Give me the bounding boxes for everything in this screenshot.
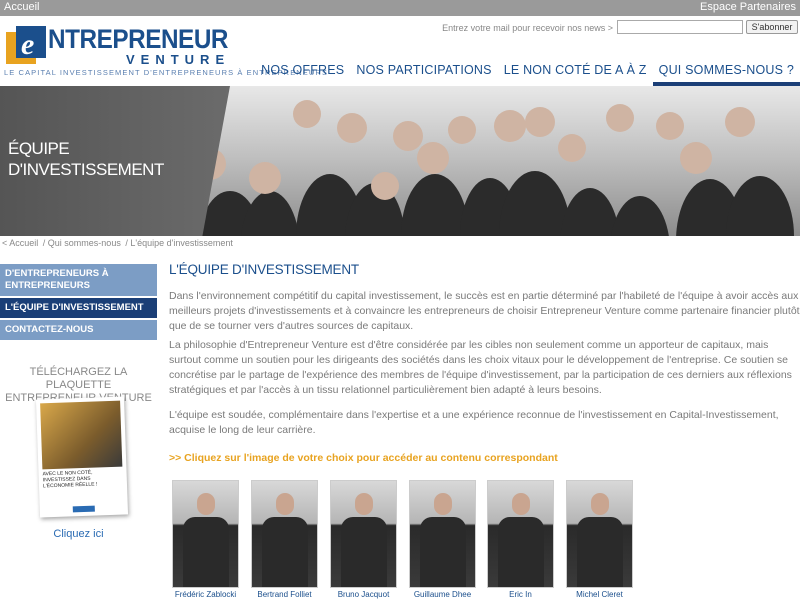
member-photo[interactable] bbox=[409, 480, 476, 588]
member-photo[interactable] bbox=[487, 480, 554, 588]
nav-le-non-cote[interactable]: LE NON COTÉ DE A À Z bbox=[498, 62, 653, 86]
member-photo[interactable] bbox=[251, 480, 318, 588]
logo-word-entrepreneur: NTREPRENEUR bbox=[48, 24, 229, 54]
site-logo[interactable]: e NTREPRENEUR VENTURE LE CAPITAL INVESTI… bbox=[4, 24, 327, 80]
team-member[interactable]: Michel Cleret bbox=[566, 480, 633, 599]
member-name[interactable]: Bruno Jacquot bbox=[330, 590, 397, 599]
member-name[interactable]: Guillaume Dhee bbox=[409, 590, 476, 599]
nav-qui-sommes-nous[interactable]: QUI SOMMES-NOUS ? bbox=[652, 62, 800, 86]
svg-text:e: e bbox=[21, 28, 34, 61]
member-photo[interactable] bbox=[330, 480, 397, 588]
brochure-cover-text: AVEC LE NON COTÉ, INVESTISSEZ DANS L'ÉCO… bbox=[42, 469, 98, 490]
team-member[interactable]: Guillaume Dhee bbox=[409, 480, 476, 599]
sidebar-item-entrepreneurs[interactable]: D'ENTREPRENEURS À ENTREPRENEURS bbox=[0, 264, 157, 296]
team-gallery: Frédéric Zablocki Bertrand Folliet Bruno… bbox=[172, 480, 800, 600]
breadcrumb-home[interactable]: < Accueil bbox=[2, 238, 38, 248]
newsletter-label: Entrez votre mail pour recevoir nos news… bbox=[442, 23, 613, 33]
nav-nos-participations[interactable]: NOS PARTICIPATIONS bbox=[350, 62, 497, 86]
team-member[interactable]: Bertrand Folliet bbox=[251, 480, 318, 599]
team-paragraph: L'équipe est soudée, complémentaire dans… bbox=[169, 409, 779, 436]
logo-word-venture: VENTURE bbox=[126, 52, 231, 67]
philosophy-paragraph: La philosophie d'Entrepreneur Venture es… bbox=[169, 339, 792, 396]
brochure-download-link[interactable]: Cliquez ici bbox=[0, 528, 157, 540]
breadcrumb: < Accueil / Qui sommes-nous / L'équipe d… bbox=[2, 238, 235, 248]
breadcrumb-current: / L'équipe d'investissement bbox=[125, 238, 233, 248]
subscribe-button[interactable]: S'abonner bbox=[746, 20, 798, 34]
breadcrumb-qui-sommes-nous[interactable]: / Qui sommes-nous bbox=[43, 238, 121, 248]
newsletter-email-input[interactable] bbox=[617, 20, 743, 34]
call-to-action: >> Cliquez sur l'image de votre choix po… bbox=[169, 452, 558, 464]
top-bar: Accueil Espace Partenaires bbox=[0, 0, 800, 16]
member-name[interactable]: Eric In bbox=[487, 590, 554, 599]
member-name[interactable]: Michel Cleret bbox=[566, 590, 633, 599]
brochure-download: TÉLÉCHARGEZ LA PLAQUETTE ENTREPRENEUR VE… bbox=[0, 366, 157, 540]
sidebar-nav: D'ENTREPRENEURS À ENTREPRENEURS L'ÉQUIPE… bbox=[0, 264, 157, 342]
sidebar-item-contact[interactable]: CONTACTEZ-NOUS bbox=[0, 320, 157, 340]
main-content: L'ÉQUIPE D'INVESTISSEMENT Dans l'environ… bbox=[169, 262, 800, 464]
page-title: L'ÉQUIPE D'INVESTISSEMENT bbox=[169, 262, 359, 277]
team-group-photo bbox=[194, 86, 800, 236]
team-member[interactable]: Bruno Jacquot bbox=[330, 480, 397, 599]
member-name[interactable]: Bertrand Folliet bbox=[251, 590, 318, 599]
logo-e-icon: e bbox=[6, 26, 46, 64]
member-name[interactable]: Frédéric Zablocki bbox=[172, 590, 239, 599]
sidebar-item-equipe[interactable]: L'ÉQUIPE D'INVESTISSEMENT bbox=[0, 298, 157, 318]
hero-banner: ÉQUIPE D'INVESTISSEMENT bbox=[0, 86, 800, 236]
group-people-illustration bbox=[194, 100, 794, 236]
intro-paragraph: Dans l'environnement compétitif du capit… bbox=[169, 290, 800, 332]
nav-nos-offres[interactable]: NOS OFFRES bbox=[255, 62, 350, 86]
partner-space-link[interactable]: Espace Partenaires bbox=[700, 1, 796, 13]
brochure-cover-image[interactable]: AVEC LE NON COTÉ, INVESTISSEZ DANS L'ÉCO… bbox=[35, 396, 129, 518]
newsletter-form: Entrez votre mail pour recevoir nos news… bbox=[398, 20, 798, 36]
brochure-cover-photo bbox=[40, 400, 123, 470]
member-photo[interactable] bbox=[172, 480, 239, 588]
member-photo[interactable] bbox=[566, 480, 633, 588]
team-member[interactable]: Frédéric Zablocki bbox=[172, 480, 239, 599]
banner-title: ÉQUIPE D'INVESTISSEMENT bbox=[8, 139, 164, 179]
brochure-logo bbox=[72, 505, 95, 513]
home-link[interactable]: Accueil bbox=[4, 1, 39, 13]
main-nav: NOS OFFRES NOS PARTICIPATIONS LE NON COT… bbox=[255, 62, 800, 86]
team-member[interactable]: Eric In bbox=[487, 480, 554, 599]
